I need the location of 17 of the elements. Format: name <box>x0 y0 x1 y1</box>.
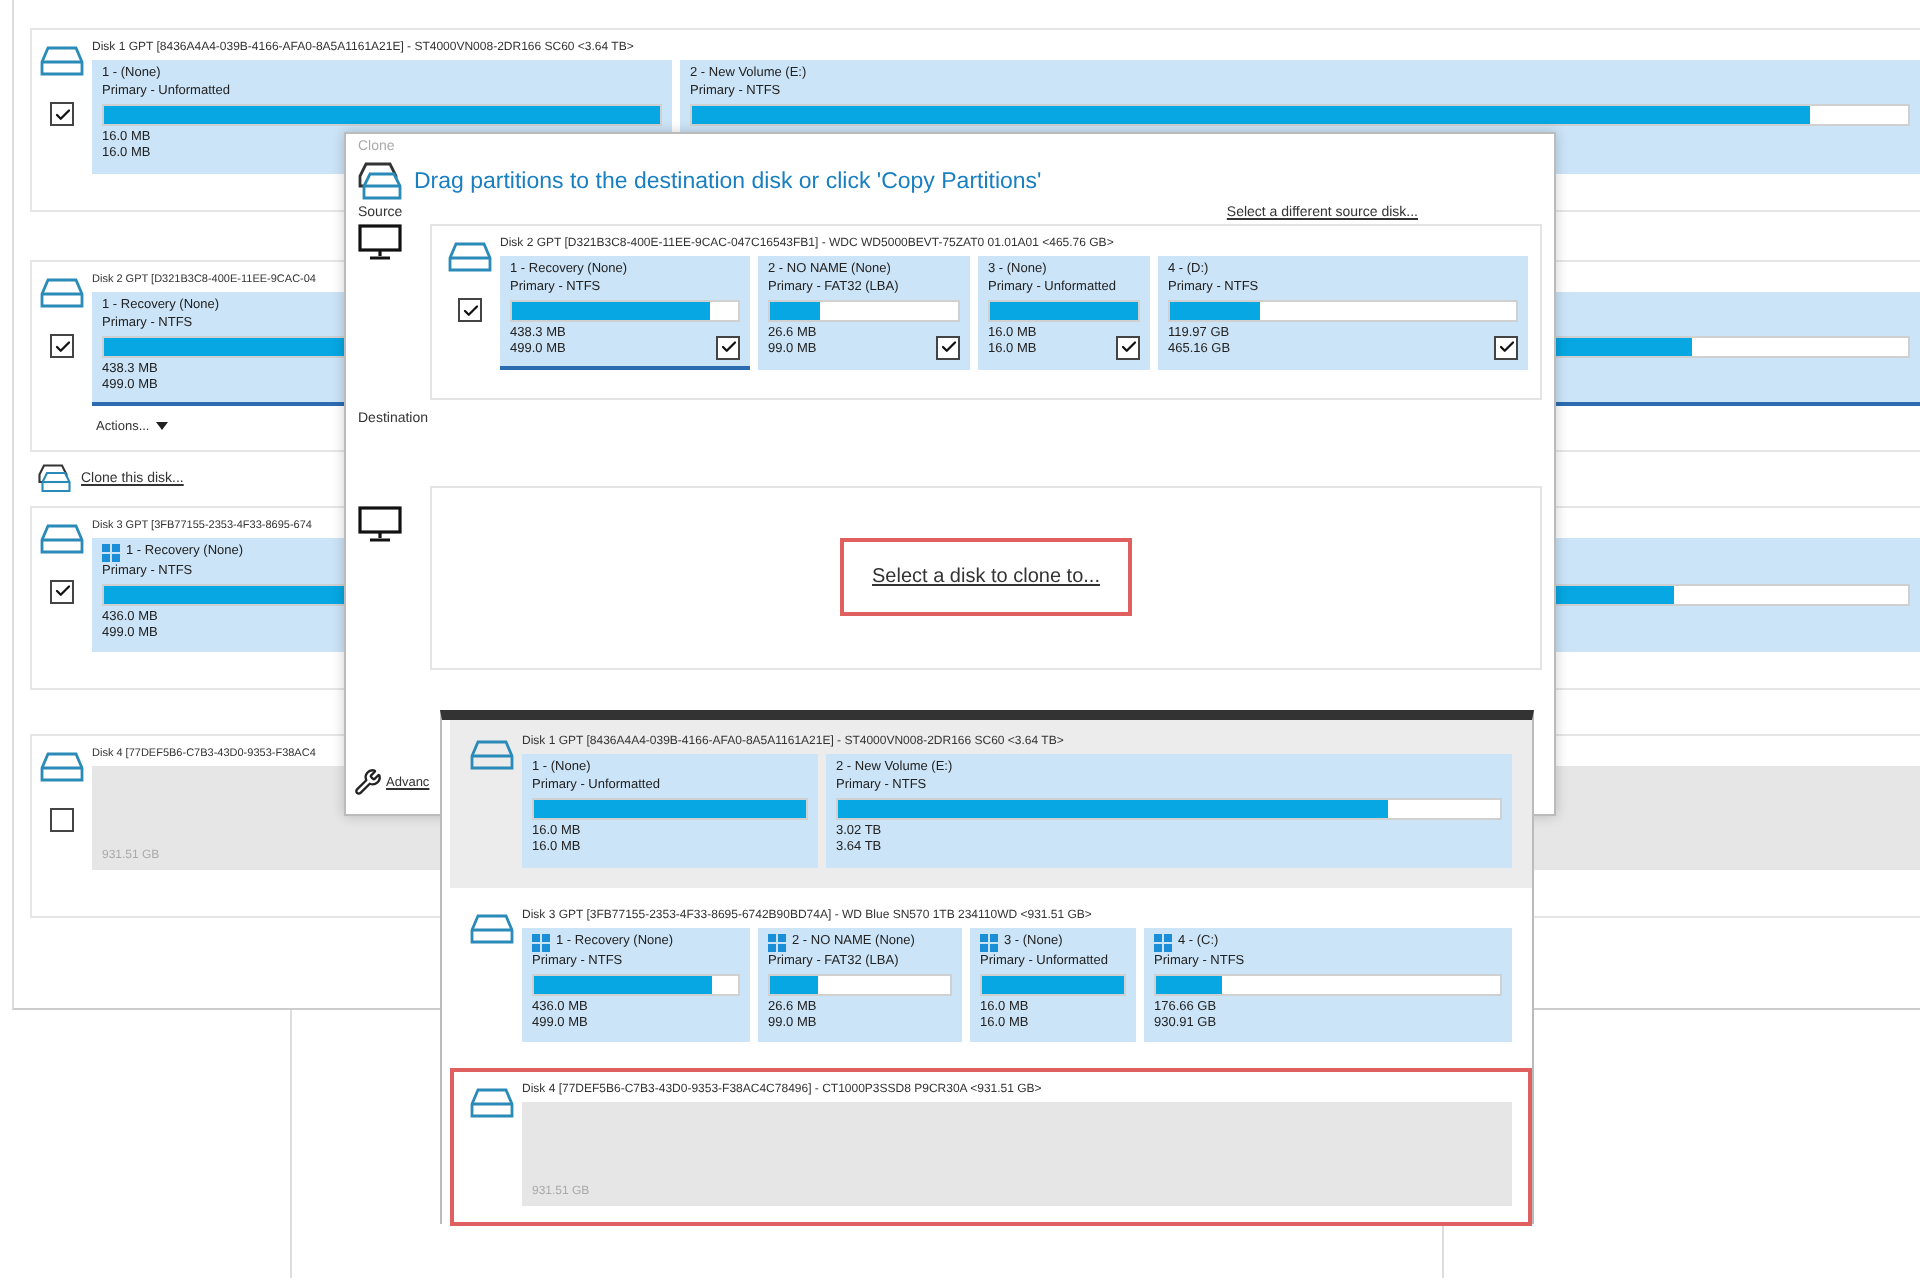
disk-stack-icon <box>358 162 402 202</box>
checkbox[interactable] <box>1116 335 1140 359</box>
checkbox[interactable] <box>50 334 74 358</box>
checkbox[interactable] <box>50 579 74 603</box>
checkbox[interactable] <box>716 335 740 359</box>
monitor-icon <box>358 224 402 260</box>
checkbox[interactable] <box>936 335 960 359</box>
checkbox[interactable] <box>1494 335 1518 359</box>
checkbox[interactable] <box>458 298 482 322</box>
disk-stack-icon <box>38 463 71 493</box>
checkbox[interactable] <box>50 807 74 831</box>
checkbox[interactable] <box>50 102 74 126</box>
wrench-icon <box>354 768 382 796</box>
dialog-heading: Drag partitions to the destination disk or click 'Copy Partitions' <box>414 170 1042 194</box>
select-destination-button[interactable]: Select a disk to clone to... <box>840 538 1132 616</box>
monitor-icon <box>358 505 402 541</box>
caret-icon <box>155 422 168 430</box>
